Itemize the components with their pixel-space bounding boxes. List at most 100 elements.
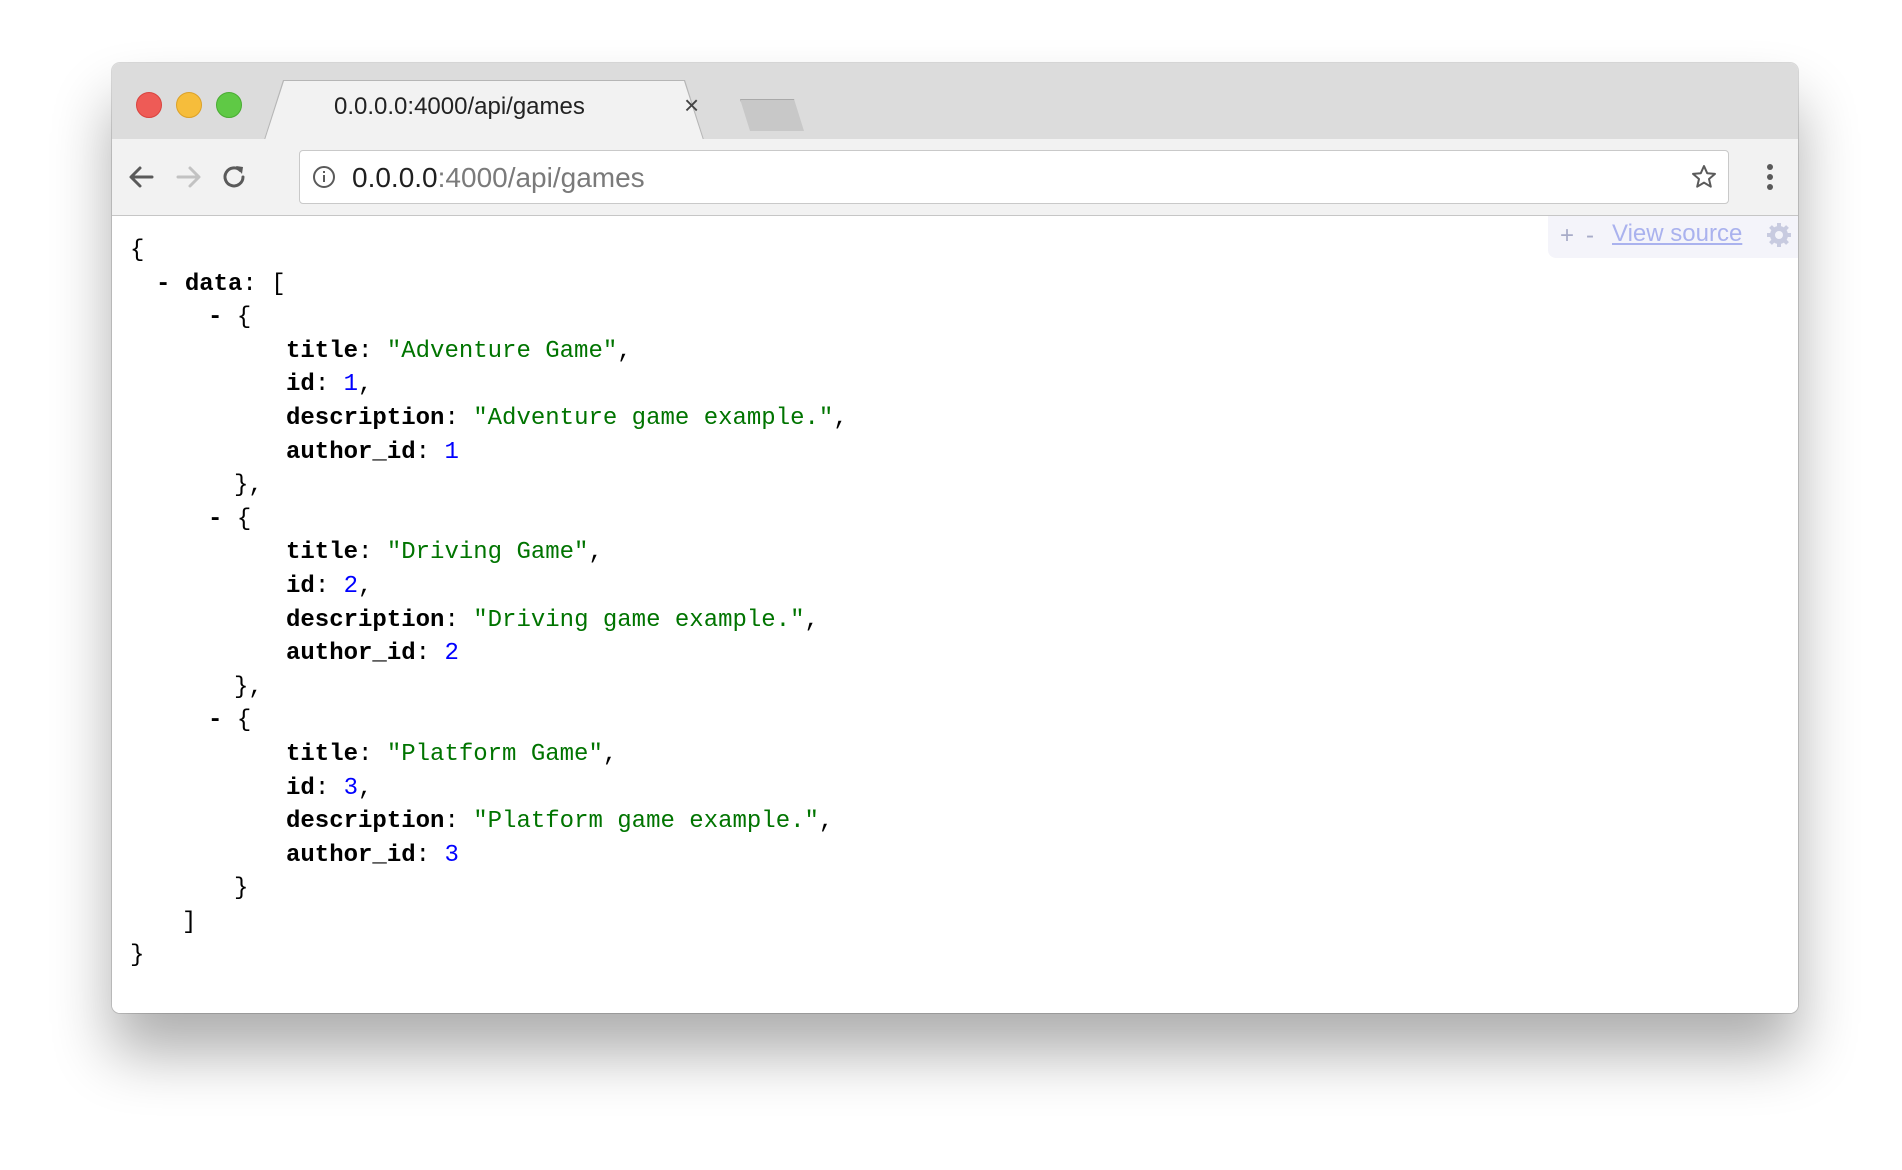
json-line: }, (130, 671, 848, 705)
collapse-toggle[interactable]: - (156, 271, 185, 298)
json-key: id (286, 371, 315, 399)
collapse-toggle[interactable]: - (208, 304, 237, 331)
json-line: id: 3, (130, 772, 848, 806)
view-source-link[interactable]: View source (1612, 220, 1742, 248)
json-punctuation: }, (234, 673, 263, 701)
json-punctuation: { (236, 505, 252, 533)
url-path: :4000/api/games (437, 162, 645, 193)
json-line: author_id: 3 (130, 839, 848, 873)
expand-all-button[interactable]: + (1560, 222, 1574, 250)
json-number-value: 3 (343, 774, 359, 802)
json-key: title (286, 740, 359, 768)
json-punctuation: , (833, 404, 848, 432)
json-key: description (286, 606, 445, 634)
json-punctuation: , (818, 808, 834, 836)
json-number-value: 1 (343, 371, 359, 399)
json-punctuation: } (130, 942, 145, 970)
json-string-value: "Adventure Game" (386, 337, 618, 365)
json-punctuation: ] (182, 908, 197, 936)
new-tab-button[interactable] (740, 99, 804, 131)
collapse-toggle[interactable]: - (208, 506, 237, 533)
json-punctuation: , (602, 740, 618, 768)
json-punctuation: } (234, 875, 249, 903)
json-number-value: 1 (444, 438, 459, 466)
json-line: - data: [ (130, 268, 848, 302)
bookmark-star-icon[interactable] (1690, 163, 1718, 191)
json-key: title (286, 337, 359, 365)
json-line: description: "Adventure game example.", (130, 402, 848, 436)
back-arrow-icon[interactable] (124, 159, 160, 195)
json-key: description (286, 808, 445, 836)
json-line: - { (130, 503, 848, 537)
json-key: data (184, 270, 243, 298)
json-line: description: "Driving game example.", (130, 604, 848, 638)
json-string-value: "Platform game example." (473, 808, 819, 836)
json-key: author_id (286, 438, 416, 466)
json-punctuation: : (314, 572, 344, 600)
url-text[interactable]: 0.0.0.0:4000/api/games (352, 163, 645, 193)
json-punctuation: : [ (242, 270, 286, 298)
json-punctuation: , (358, 572, 373, 600)
window-close-button[interactable] (136, 92, 162, 118)
json-number-value: 3 (444, 841, 459, 869)
json-key: author_id (286, 640, 416, 668)
window-minimize-button[interactable] (176, 92, 202, 118)
json-line: description: "Platform game example.", (130, 805, 848, 839)
collapse-toggle[interactable]: - (208, 707, 237, 734)
json-key: id (286, 572, 315, 600)
json-key: id (286, 774, 315, 802)
json-key: title (286, 539, 359, 567)
json-punctuation: : (444, 606, 474, 634)
page-content: {- data: [- {title: "Adventure Game", id:… (112, 216, 1798, 1013)
tab-strip: 0.0.0.0:4000/api/games × (112, 63, 1798, 143)
json-punctuation: { (130, 237, 145, 264)
json-string-value: "Platform Game" (386, 740, 603, 768)
address-bar[interactable]: 0.0.0.0:4000/api/games (299, 150, 1729, 204)
json-viewer-toolbar: + - View source (1548, 216, 1798, 258)
json-punctuation: , (588, 539, 603, 567)
json-punctuation: : (444, 404, 474, 432)
json-punctuation: { (236, 304, 252, 332)
menu-kebab-icon[interactable] (1762, 159, 1778, 195)
json-punctuation: { (236, 707, 252, 735)
json-punctuation: : (415, 841, 445, 869)
json-line: id: 1, (130, 368, 848, 402)
tab-close-icon[interactable]: × (684, 92, 699, 118)
json-line: } (130, 939, 848, 973)
json-line: ] (130, 906, 848, 940)
json-line: title: "Platform Game", (130, 738, 848, 772)
tab-title: 0.0.0.0:4000/api/games (334, 93, 585, 120)
window-maximize-button[interactable] (216, 92, 242, 118)
json-punctuation: }, (234, 472, 263, 500)
json-punctuation: , (358, 371, 373, 399)
json-string-value: "Adventure game example." (473, 404, 834, 432)
json-line: author_id: 1 (130, 436, 848, 470)
json-punctuation: : (444, 808, 474, 836)
json-number-value: 2 (444, 640, 459, 668)
info-icon[interactable] (312, 165, 336, 189)
reload-icon[interactable] (216, 159, 252, 195)
json-line: } (130, 872, 848, 906)
json-punctuation: : (314, 371, 344, 399)
collapse-all-button[interactable]: - (1586, 222, 1594, 250)
json-number-value: 2 (343, 572, 359, 600)
json-punctuation: , (358, 774, 373, 802)
url-host: 0.0.0.0 (352, 162, 438, 193)
json-key: description (286, 404, 445, 432)
json-line: - { (130, 704, 848, 738)
browser-window: 0.0.0.0:4000/api/games × 0.0.0.0:4000/ap… (112, 63, 1798, 1013)
json-line: title: "Driving Game", (130, 536, 848, 570)
json-line: - { (130, 301, 848, 335)
json-line: title: "Adventure Game", (130, 335, 848, 369)
browser-toolbar: 0.0.0.0:4000/api/games (112, 139, 1798, 216)
json-line: author_id: 2 (130, 637, 848, 671)
json-line: { (130, 234, 848, 268)
json-punctuation: : (415, 438, 445, 466)
json-punctuation: , (617, 337, 632, 365)
gear-icon[interactable] (1766, 222, 1792, 248)
json-string-value: "Driving game example." (473, 606, 805, 634)
json-punctuation: : (358, 337, 387, 365)
json-punctuation: : (314, 774, 344, 802)
forward-arrow-icon[interactable] (170, 159, 206, 195)
json-viewer: {- data: [- {title: "Adventure Game", id:… (130, 234, 848, 973)
